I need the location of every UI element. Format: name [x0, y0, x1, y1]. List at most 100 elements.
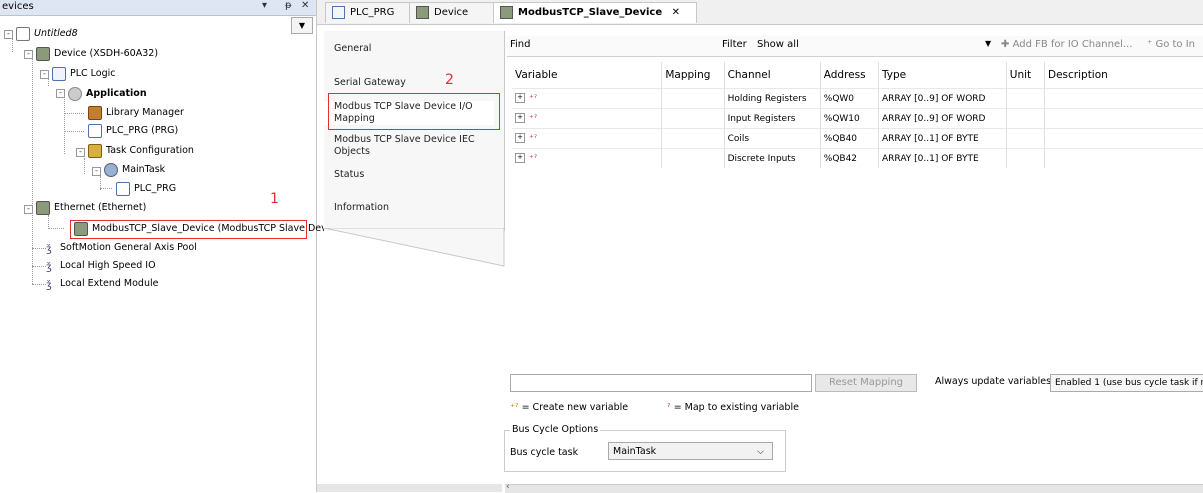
tab-modbus-slave-device[interactable]: ModbusTCP_Slave_Device ✕ — [493, 2, 697, 23]
nav-item-iec-objects[interactable]: Modbus TCP Slave Device IEC Objects — [324, 134, 494, 158]
application-gear-icon — [68, 87, 82, 101]
expand-row-icon[interactable]: + — [515, 93, 525, 103]
tree-node-device[interactable]: Device (XSDH-60A32) — [36, 46, 158, 62]
tree-node-project[interactable]: Untitled8 — [16, 26, 78, 42]
add-fb-button[interactable]: ✚ Add FB for IO Channel... — [1001, 39, 1132, 50]
scroll-left-arrow-icon[interactable]: ‹ — [506, 482, 510, 492]
io-mapping-grid: Variable Mapping Channel Address Type Un… — [512, 62, 1203, 162]
ethernet-icon — [36, 201, 50, 215]
expander-plc-logic[interactable]: - — [40, 70, 49, 79]
nav-item-general[interactable]: General — [324, 43, 504, 54]
bus-cycle-group-title: Bus Cycle Options — [510, 424, 600, 435]
reset-mapping-button[interactable]: Reset Mapping — [815, 374, 917, 392]
annotation-number-2: 2 — [445, 72, 454, 88]
device-icon — [36, 47, 50, 61]
config-side-nav: General Serial Gateway Modbus TCP Slave … — [324, 31, 505, 231]
col-header-unit[interactable]: Unit — [1006, 62, 1044, 89]
variable-icon: ⁺ˀ — [529, 94, 537, 104]
filter-dropdown-icon[interactable]: ▼ — [985, 39, 991, 48]
plc-logic-icon — [52, 67, 66, 81]
tab-device[interactable]: Device — [409, 2, 503, 23]
annotation-box-2 — [328, 93, 500, 130]
pou-call-icon — [116, 182, 130, 196]
axis-pool-icon: ǯ — [46, 242, 56, 254]
table-row[interactable]: +⁺ˀ Discrete Inputs %QB42 ARRAY [0..1] O… — [512, 149, 1203, 169]
goto-instance-button[interactable]: ⁺ Go to In — [1147, 39, 1195, 50]
nav-item-information[interactable]: Information — [324, 202, 504, 213]
chevron-down-icon: ⌵ — [757, 443, 764, 461]
table-row[interactable]: +⁺ˀ Coils %QB40 ARRAY [0..1] OF BYTE — [512, 129, 1203, 149]
legend-map-text: = Map to existing variable — [674, 402, 799, 413]
table-row[interactable]: +⁺ˀ Holding Registers %QW0 ARRAY [0..9] … — [512, 89, 1203, 109]
tree-node-library-manager[interactable]: Library Manager — [88, 105, 184, 121]
pou-icon — [88, 124, 102, 138]
task-icon — [104, 163, 118, 177]
tree-node-plc-logic[interactable]: PLC Logic — [52, 66, 116, 82]
tree-dropdown-button[interactable]: ▼ — [291, 17, 313, 34]
tree-node-local-high-speed-io[interactable]: ǯLocal High Speed IO — [46, 258, 156, 274]
io-icon: ǯ — [46, 260, 56, 272]
create-variable-icon: ⁺ˀ — [510, 402, 519, 413]
annotation-number-1: 1 — [270, 191, 279, 207]
editor-tab-bar: PLC_PRG Device ModbusTCP_Slave_Device ✕ — [317, 0, 1203, 25]
task-config-icon — [88, 144, 102, 158]
col-header-type[interactable]: Type — [879, 62, 1007, 89]
tree-node-ethernet[interactable]: Ethernet (Ethernet) — [36, 200, 146, 216]
library-icon — [88, 106, 102, 120]
tree-node-application[interactable]: Application — [68, 86, 147, 102]
annotation-box-1 — [70, 220, 307, 239]
tree-node-softmotion[interactable]: ǯSoftMotion General Axis Pool — [46, 240, 197, 256]
close-tab-icon[interactable]: ✕ — [672, 7, 680, 18]
tree-node-plc-prg[interactable]: PLC_PRG (PRG) — [88, 123, 178, 139]
bus-cycle-label: Bus cycle task — [510, 447, 578, 458]
legend-row: ⁺ˀ = Create new variable ˀ = Map to exis… — [510, 402, 799, 413]
always-update-label: Always update variables — [935, 376, 1051, 387]
always-update-select[interactable]: Enabled 1 (use bus cycle task if no — [1050, 374, 1203, 392]
expander-application[interactable]: - — [56, 89, 65, 98]
devices-panel-header: evices ▾ ᵽ ✕ — [0, 0, 316, 16]
expand-row-icon[interactable]: + — [515, 113, 525, 123]
close-icon[interactable]: ✕ — [301, 0, 309, 11]
col-header-address[interactable]: Address — [820, 62, 878, 89]
find-filter-bar: Find Filter Show all ▼ ✚ Add FB for IO C… — [507, 36, 1203, 57]
project-icon — [16, 27, 30, 41]
nav-fold-shape — [324, 228, 507, 268]
expander-task-config[interactable]: - — [76, 148, 85, 157]
filter-select[interactable]: Show all — [757, 39, 799, 50]
module-icon: ǯ — [46, 278, 56, 290]
panel-menu-icon[interactable]: ▾ — [262, 0, 267, 11]
table-row[interactable]: +⁺ˀ Input Registers %QW10 ARRAY [0..9] O… — [512, 109, 1203, 129]
variable-icon: ⁺ˀ — [529, 154, 537, 164]
variable-icon: ⁺ˀ — [529, 134, 537, 144]
pou-tab-icon — [332, 6, 345, 19]
devices-panel-title: evices — [2, 1, 34, 12]
tree-node-local-extend-module[interactable]: ǯLocal Extend Module — [46, 276, 158, 292]
tree-node-plc-prg-call[interactable]: PLC_PRG — [116, 181, 176, 197]
device-tab-icon — [416, 6, 429, 19]
col-header-mapping[interactable]: Mapping — [662, 62, 724, 89]
col-header-variable[interactable]: Variable — [512, 62, 662, 89]
legend-create-text: = Create new variable — [522, 402, 629, 413]
expander-ethernet[interactable]: - — [24, 205, 33, 214]
bus-cycle-task-select[interactable]: MainTask ⌵ — [608, 442, 773, 460]
expander-untitled8[interactable]: - — [4, 30, 13, 39]
map-variable-icon: ˀ — [667, 402, 671, 413]
pin-icon[interactable]: ᵽ — [285, 0, 292, 11]
expander-maintask[interactable]: - — [92, 167, 101, 176]
expand-row-icon[interactable]: + — [515, 133, 525, 143]
nav-horizontal-scrollbar[interactable] — [317, 484, 502, 492]
filter-label: Filter — [722, 39, 747, 50]
tab-plc-prg[interactable]: PLC_PRG — [325, 2, 419, 23]
variable-icon: ⁺ˀ — [529, 114, 537, 124]
expand-row-icon[interactable]: + — [515, 153, 525, 163]
variable-input[interactable] — [510, 374, 812, 392]
nav-item-status[interactable]: Status — [324, 169, 504, 180]
col-header-channel[interactable]: Channel — [724, 62, 820, 89]
col-header-description[interactable]: Description — [1045, 62, 1203, 89]
tree-node-maintask[interactable]: MainTask — [104, 162, 165, 178]
expander-device[interactable]: - — [24, 50, 33, 59]
find-label[interactable]: Find — [510, 39, 531, 50]
tree-node-task-configuration[interactable]: Task Configuration — [88, 143, 194, 159]
modbus-tab-icon — [500, 6, 513, 19]
nav-item-serial-gateway[interactable]: Serial Gateway — [324, 77, 504, 88]
